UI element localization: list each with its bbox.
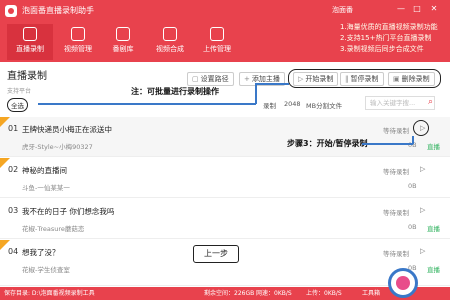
merge-icon (163, 27, 177, 41)
tip-line: 2.支持15+热门平台直播录制 (340, 34, 432, 42)
nav-video-merge[interactable]: 视频合成 (147, 24, 193, 60)
nav-label: 视频合成 (156, 45, 184, 53)
annotation-arrow (255, 83, 289, 85)
split-size-unit: MB分割文件 (306, 102, 343, 110)
trash-icon: ▣ (393, 75, 400, 83)
nav-label: 番剧库 (112, 45, 134, 53)
folder-icon: ▢ (192, 75, 199, 83)
annotation-arrow (255, 83, 257, 104)
nav-drama-library[interactable]: 番剧库 (100, 24, 146, 60)
plus-icon: + (244, 75, 250, 83)
record-status: 等待录制 (383, 127, 409, 135)
settings-path-button[interactable]: ▢ 设置路径 (187, 72, 234, 86)
live-badge: 直播 (427, 225, 440, 233)
live-badge: 直播 (427, 143, 440, 151)
play-button-highlight (413, 120, 429, 136)
record-status: 等待录制 (383, 209, 409, 217)
title-bar: 泡面番直播录制助手 泡面番 — □ ✕ 直播录制 视频管理 番剧库 视频合成 上… (0, 0, 450, 62)
button-label: 暂停录制 (350, 75, 379, 83)
record-status: 等待录制 (383, 250, 409, 258)
pause-icon: ‖ (345, 75, 349, 83)
room-title: 想我了没？ (22, 248, 60, 257)
nav-label: 视频管理 (64, 45, 92, 53)
app-title: 泡面番直播录制助手 (22, 6, 94, 15)
start-record-button[interactable]: ▷ 开始录制 (293, 72, 339, 86)
status-bar: 保存目录: D:\泡面番视频录制工具 剩余空间：226GB 网速：0KB/S 上… (0, 287, 450, 300)
feature-tips: 1.海量优质的直播视频录制功能 2.支持15+热门平台直播录制 3.录制视频后同… (340, 22, 450, 55)
minimize-button[interactable]: — (395, 3, 407, 15)
batch-note: 注：可批量进行录制操作 (131, 87, 219, 96)
select-all-checkbox[interactable]: 全选 (7, 98, 28, 112)
room-title: 我不在的日子 你们想念我吗 (22, 207, 115, 216)
record-status: 等待录制 (383, 168, 409, 176)
search-icon[interactable]: ⌕ (428, 97, 433, 107)
disk-space: 剩余空间：226GB (204, 290, 255, 297)
nav-label: 上传管理 (203, 45, 231, 53)
row-number: 02 (8, 165, 19, 174)
list-item[interactable]: 01 王牌快递员小梅正在派送中 虎牙-Style~小梅90327 等待录制 ▷ … (0, 117, 450, 157)
camera-icon (23, 27, 37, 41)
delete-record-button[interactable]: ▣ 删除录制 (388, 72, 435, 86)
play-icon[interactable]: ▷ (420, 247, 425, 255)
record-checkbox-label[interactable]: 录制 (263, 100, 276, 110)
record-size: 0B (408, 223, 417, 231)
room-title: 神秘的直播间 (22, 166, 67, 175)
watermark-logo-icon (388, 268, 418, 298)
toolbox-link[interactable]: 工具箱 (362, 287, 380, 300)
list-item[interactable]: 03 我不在的日子 你们想念我吗 花椒-Treasure蘑菇恋 等待录制 ▷ 0… (0, 199, 450, 239)
row-number: 03 (8, 206, 19, 215)
row-number: 01 (8, 124, 19, 133)
button-label: 添加主播 (251, 75, 280, 83)
nav-label: 直播录制 (16, 45, 44, 53)
play-icon: ▷ (298, 75, 304, 83)
previous-step-button[interactable]: 上一步 (193, 245, 239, 263)
nav-live-record[interactable]: 直播录制 (7, 24, 53, 60)
step3-note: 步骤3：开始/暂停录制 (287, 139, 368, 148)
upload-speed: 上传：0KB/S (306, 290, 342, 297)
app-logo-icon (5, 5, 17, 17)
search-input[interactable]: 输入关键字搜... (365, 96, 435, 110)
streamer-name: 虎牙-Style~小梅90327 (22, 143, 93, 151)
annotation-arrow (412, 136, 414, 144)
annotation-arrow (38, 103, 256, 105)
live-badge: 直播 (427, 266, 440, 274)
close-button[interactable]: ✕ (428, 3, 440, 15)
list-item[interactable]: 02 神秘的直播间 斗鱼-一仙某某一 等待录制 ▷ 0B (0, 158, 450, 198)
library-icon (116, 27, 130, 41)
room-title: 王牌快递员小梅正在派送中 (22, 125, 112, 134)
tip-line: 3.录制视频后同步合成文件 (340, 45, 424, 53)
nav-video-manage[interactable]: 视频管理 (55, 24, 101, 60)
save-path[interactable]: 保存目录: D:\泡面番视频录制工具 (4, 287, 95, 300)
button-label: 开始录制 (305, 75, 334, 83)
play-icon[interactable]: ▷ (420, 165, 425, 173)
page-title: 直播录制 (7, 71, 47, 82)
user-name[interactable]: 泡面番 (332, 5, 353, 16)
tip-line: 1.海量优质的直播视频录制功能 (340, 23, 438, 31)
play-icon[interactable]: ▷ (420, 206, 425, 214)
upload-icon (210, 27, 224, 41)
record-size: 0B (408, 182, 417, 190)
row-number: 04 (8, 247, 19, 256)
streamer-name: 花椒-Treasure蘑菇恋 (22, 225, 85, 233)
split-size-input[interactable]: 2048 (284, 100, 301, 108)
pause-record-button[interactable]: ‖ 暂停录制 (340, 72, 384, 86)
button-label: 删除录制 (401, 75, 430, 83)
network-speed: 网速：0KB/S (256, 290, 292, 297)
video-icon (71, 27, 85, 41)
annotation-arrow (362, 143, 413, 145)
streamer-name: 斗鱼-一仙某某一 (22, 184, 70, 192)
nav-upload-manage[interactable]: 上传管理 (194, 24, 240, 60)
support-platforms-link[interactable]: 支持平台 (7, 86, 31, 95)
maximize-button[interactable]: □ (411, 3, 423, 15)
button-label: 设置路径 (200, 75, 229, 83)
streamer-name: 花椒-学生侦查室 (22, 266, 70, 274)
